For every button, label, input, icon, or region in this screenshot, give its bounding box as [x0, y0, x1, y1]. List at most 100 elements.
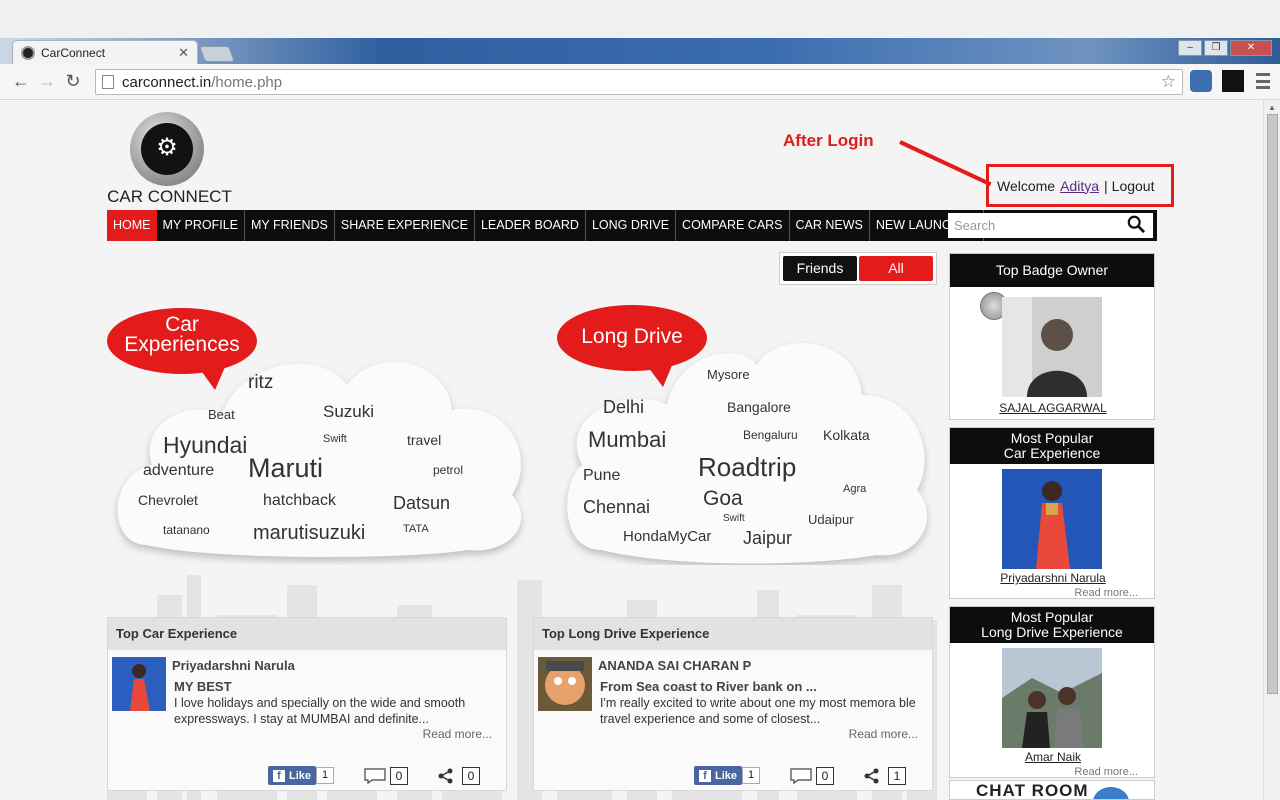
tag-tatanano[interactable]: tatanano [163, 523, 210, 537]
tab-close-icon[interactable]: ✕ [178, 45, 189, 61]
carconnect-logo[interactable]: ⚙ CAR CONNECT [107, 112, 232, 207]
badge-owner-name[interactable]: SAJAL AGGARWAL [950, 401, 1156, 415]
tag-kolkata[interactable]: Kolkata [823, 427, 870, 443]
facebook-like-button[interactable]: f Like [694, 766, 743, 785]
scrollbar-thumb[interactable] [1267, 114, 1278, 694]
tag-suzuki[interactable]: Suzuki [323, 402, 374, 422]
close-window-icon[interactable]: ✕ [1230, 40, 1272, 56]
logout-link[interactable]: Logout [1112, 178, 1155, 194]
popular-car-experience-box: Most Popular Car Experience Priyadarshni… [949, 427, 1155, 599]
tag-jaipur[interactable]: Jaipur [743, 528, 792, 549]
author-name[interactable]: Priyadarshni Narula [172, 658, 295, 673]
card-actions: f Like 1 0 1 [694, 766, 907, 785]
tag-pune[interactable]: Pune [583, 467, 620, 485]
scroll-up-icon[interactable]: ▲ [1268, 103, 1276, 112]
long-drive-title[interactable]: Long Drive [557, 326, 707, 347]
tag-tata[interactable]: TATA [403, 523, 429, 535]
chat-room-banner[interactable]: CHAT ROOM [949, 780, 1155, 800]
popular-drive-photo[interactable] [1002, 648, 1102, 748]
bookmark-star-icon[interactable]: ☆ [1161, 72, 1176, 92]
tag-ritz[interactable]: ritz [248, 372, 273, 394]
browser-tab[interactable]: CarConnect ✕ [12, 40, 198, 64]
tag-chevrolet[interactable]: Chevrolet [138, 492, 198, 508]
share-icon[interactable] [864, 768, 880, 784]
tag-mumbai[interactable]: Mumbai [588, 427, 666, 453]
nav-leader-board[interactable]: LEADER BOARD [475, 210, 586, 241]
forward-arrow-icon[interactable]: → [34, 69, 60, 95]
car-title-line1: Car [165, 313, 199, 336]
heading-line1: Most Popular [1010, 609, 1094, 625]
restore-icon[interactable]: ❐ [1204, 40, 1228, 56]
tag-datsun[interactable]: Datsun [393, 493, 450, 514]
popular-car-photo[interactable] [1002, 469, 1102, 569]
tag-bengaluru[interactable]: Bengaluru [743, 428, 798, 442]
comment-icon[interactable] [790, 767, 812, 784]
browser-menu-icon[interactable] [1256, 73, 1270, 89]
new-tab-button[interactable] [199, 46, 235, 62]
minimize-icon[interactable]: – [1178, 40, 1202, 56]
badge-owner-photo[interactable] [1002, 297, 1102, 397]
read-more-link[interactable]: Read more... [849, 727, 918, 741]
nav-my-friends[interactable]: MY FRIENDS [245, 210, 335, 241]
extension-icon[interactable] [1190, 70, 1212, 92]
search-icon[interactable] [1127, 215, 1145, 233]
author-name[interactable]: ANANDA SAI CHARAN P [598, 658, 751, 673]
card-heading: Top Long Drive Experience [534, 618, 932, 650]
author-avatar[interactable] [112, 657, 166, 711]
tag-marutisuzuki[interactable]: marutisuzuki [253, 522, 365, 545]
nav-home[interactable]: HOME [107, 210, 157, 241]
tag-adventure[interactable]: adventure [143, 462, 214, 480]
nav-my-profile[interactable]: MY PROFILE [157, 210, 245, 241]
card-actions: f Like 1 0 0 [268, 766, 481, 785]
tag-petrol[interactable]: petrol [433, 463, 463, 477]
tag-maruti[interactable]: Maruti [248, 453, 323, 484]
search-input[interactable] [948, 218, 1118, 233]
extension-icon[interactable] [1222, 70, 1244, 92]
tag-mysore[interactable]: Mysore [707, 367, 750, 382]
nav-compare-cars[interactable]: COMPARE CARS [676, 210, 790, 241]
tag-swift[interactable]: Swift [723, 513, 745, 524]
tag-goa[interactable]: Goa [703, 487, 743, 511]
address-bar[interactable]: carconnect.in/home.php ☆ [95, 69, 1183, 95]
top-badge-owner-box: Top Badge Owner SAJAL AGGARWAL [949, 253, 1155, 420]
car-experiences-title[interactable]: Car Experiences [117, 313, 247, 355]
like-label: Like [715, 769, 738, 782]
tag-beat[interactable]: Beat [208, 407, 235, 422]
facebook-like-button[interactable]: f Like [268, 766, 317, 785]
share-icon[interactable] [438, 768, 454, 784]
logo-text: CAR CONNECT [107, 187, 232, 206]
nav-share-experience[interactable]: SHARE EXPERIENCE [335, 210, 475, 241]
username-link[interactable]: Aditya [1060, 178, 1099, 194]
post-title[interactable]: From Sea coast to River bank on ... [600, 679, 817, 694]
page-content: ⚙ CAR CONNECT After Login Welcome Aditya… [0, 100, 1263, 800]
tag-roadtrip[interactable]: Roadtrip [698, 452, 796, 483]
long-drive-cloud: Long Drive Mysore Delhi Bangalore Mumbai… [557, 305, 932, 565]
author-avatar[interactable] [538, 657, 592, 711]
nav-long-drive[interactable]: LONG DRIVE [586, 210, 677, 241]
filter-all-button[interactable]: All [859, 256, 933, 281]
post-title[interactable]: MY BEST [174, 679, 232, 694]
tag-chennai[interactable]: Chennai [583, 497, 650, 518]
tag-travel[interactable]: travel [407, 432, 441, 448]
back-arrow-icon[interactable]: ← [8, 69, 34, 95]
tag-hondamycar[interactable]: HondaMyCar [623, 528, 711, 545]
nav-car-news[interactable]: CAR NEWS [790, 210, 870, 241]
tag-delhi[interactable]: Delhi [603, 397, 644, 418]
page-scrollbar[interactable]: ▲ [1263, 100, 1280, 800]
tag-udaipur[interactable]: Udaipur [808, 512, 854, 527]
tag-bangalore[interactable]: Bangalore [727, 399, 791, 415]
tag-agra[interactable]: Agra [843, 483, 866, 495]
read-more-link[interactable]: Read more... [1074, 587, 1138, 599]
facebook-icon: f [273, 769, 285, 782]
reload-icon[interactable]: ↻ [60, 69, 86, 95]
url-host: carconnect.in [122, 73, 212, 91]
tag-swift[interactable]: Swift [323, 433, 347, 445]
read-more-link[interactable]: Read more... [423, 727, 492, 741]
popular-car-author[interactable]: Priyadarshni Narula [950, 571, 1156, 585]
read-more-link[interactable]: Read more... [1074, 766, 1138, 778]
popular-drive-author[interactable]: Amar Naik [950, 750, 1156, 764]
tag-hatchback[interactable]: hatchback [263, 492, 336, 510]
tag-hyundai[interactable]: Hyundai [163, 432, 247, 459]
filter-friends-button[interactable]: Friends [783, 256, 857, 281]
comment-icon[interactable] [364, 767, 386, 784]
